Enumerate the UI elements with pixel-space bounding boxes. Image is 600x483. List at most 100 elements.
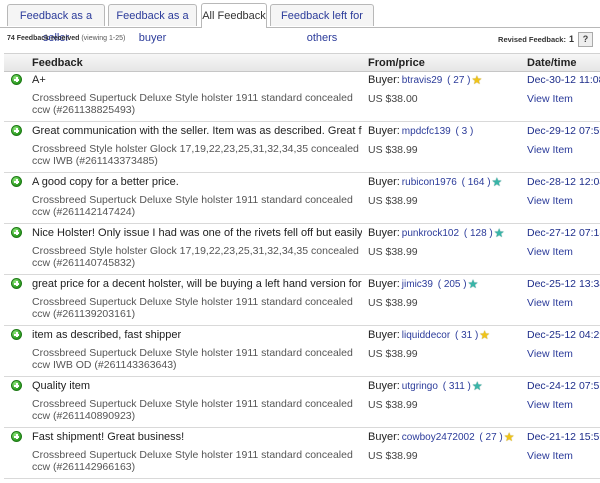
buyer-info: Buyer: btravis29 ( 27 )★: [368, 74, 528, 86]
help-icon[interactable]: ?: [578, 32, 593, 47]
item-title: Crossbreed Supertuck Deluxe Style holste…: [32, 449, 353, 473]
item-price: US $38.00: [368, 93, 418, 105]
table-row: Nice Holster! Only issue I had was one o…: [4, 224, 600, 275]
score-value: 128: [469, 228, 487, 239]
table-row: Fast shipment! Great business! Crossbree…: [4, 428, 600, 479]
feedback-comment: item as described, fast shipper: [32, 329, 182, 341]
feedback-date: Dec-30-12 11:08: [527, 74, 600, 86]
role-label: Buyer:: [368, 431, 400, 443]
role-label: Buyer:: [368, 227, 400, 239]
view-item-link[interactable]: View Item: [527, 348, 573, 360]
buyer-username[interactable]: punkrock102: [402, 228, 459, 239]
revised-feedback-count[interactable]: 1: [569, 34, 574, 44]
positive-feedback-icon: [11, 125, 22, 136]
yellow-star-icon: ★: [503, 430, 515, 444]
buyer-username[interactable]: mpdcfc139: [402, 126, 451, 137]
revised-feedback: Revised Feedback: 1: [498, 34, 574, 44]
buyer-feedback-score[interactable]: ( 128 ): [461, 228, 493, 239]
buyer-username[interactable]: rubicon1976: [402, 177, 457, 188]
item-price: US $38.99: [368, 399, 418, 411]
buyer-feedback-score[interactable]: ( 27 ): [477, 432, 502, 443]
score-value: 205: [443, 279, 461, 290]
item-price: US $38.99: [368, 195, 418, 207]
revised-feedback-label: Revised Feedback:: [498, 35, 566, 44]
table-row: Quality item Crossbreed Supertuck Deluxe…: [4, 377, 600, 428]
view-item-link[interactable]: View Item: [527, 246, 573, 258]
table-row: Great communication with the seller. Ite…: [4, 122, 600, 173]
positive-feedback-icon: [11, 278, 22, 289]
yellow-star-icon: ★: [471, 73, 483, 87]
buyer-username[interactable]: cowboy2472002: [402, 432, 475, 443]
feedback-table-header: Feedback From/price Date/time: [4, 53, 600, 72]
item-title: Crossbreed Supertuck Deluxe Style holste…: [32, 347, 353, 371]
buyer-feedback-score[interactable]: ( 311 ): [440, 381, 471, 392]
yellow-star-icon: ★: [479, 328, 491, 342]
view-item-link[interactable]: View Item: [527, 93, 573, 105]
item-price: US $38.99: [368, 246, 418, 258]
role-label: Buyer:: [368, 380, 400, 392]
feedback-tabs: Feedback as a seller Feedback as a buyer…: [0, 0, 600, 44]
feedback-date: Dec-28-12 12:04: [527, 176, 600, 188]
score-value: 164: [467, 177, 485, 188]
tab-all-feedback[interactable]: All Feedback: [201, 3, 267, 28]
item-title: Crossbreed Supertuck Deluxe Style holste…: [32, 296, 353, 320]
view-item-link[interactable]: View Item: [527, 144, 573, 156]
item-title: Crossbreed Supertuck Deluxe Style holste…: [32, 398, 353, 422]
score-value: 3: [461, 126, 468, 137]
column-header-date-time[interactable]: Date/time: [527, 57, 577, 69]
positive-feedback-icon: [11, 329, 22, 340]
feedback-date: Dec-29-12 07:59: [527, 125, 600, 137]
feedback-comment: Quality item: [32, 380, 91, 392]
positive-feedback-icon: [11, 176, 22, 187]
buyer-feedback-score[interactable]: ( 205 ): [435, 279, 467, 290]
buyer-username[interactable]: liquiddecor: [402, 330, 450, 341]
teal-star-icon: ★: [471, 379, 483, 393]
buyer-username[interactable]: jimic39: [402, 279, 433, 290]
column-header-feedback[interactable]: Feedback: [32, 57, 83, 69]
positive-feedback-icon: [11, 74, 22, 85]
buyer-info: Buyer: rubicon1976 ( 164 )★: [368, 176, 528, 188]
item-title: Crossbreed Style holster Glock 17,19,22,…: [32, 143, 359, 167]
table-row: item as described, fast shipper Crossbre…: [4, 326, 600, 377]
feedback-comment: Fast shipment! Great business!: [32, 431, 185, 443]
viewing-range: (viewing 1-25): [81, 35, 126, 42]
score-value: 27: [485, 432, 497, 443]
buyer-info: Buyer: punkrock102 ( 128 )★: [368, 227, 528, 239]
tabs-divider: [0, 27, 600, 28]
buyer-info: Buyer: liquiddecor ( 31 )★: [368, 329, 528, 341]
buyer-feedback-score[interactable]: ( 31 ): [452, 330, 478, 341]
buyer-info: Buyer: cowboy2472002 ( 27 )★: [368, 431, 528, 443]
view-item-link[interactable]: View Item: [527, 195, 573, 207]
tab-feedback-as-buyer[interactable]: Feedback as a buyer: [108, 4, 197, 44]
view-item-link[interactable]: View Item: [527, 399, 573, 411]
role-label: Buyer:: [368, 278, 400, 290]
role-label: Buyer:: [368, 74, 400, 86]
feedback-comment: A+: [32, 74, 46, 86]
feedback-comment: Nice Holster! Only issue I had was one o…: [32, 227, 362, 239]
positive-feedback-icon: [11, 431, 22, 442]
tab-feedback-as-seller[interactable]: Feedback as a seller: [7, 4, 105, 44]
feedback-comment: Great communication with the seller. Ite…: [32, 125, 362, 137]
feedback-date: Dec-27-12 07:18: [527, 227, 600, 239]
feedback-date: Dec-25-12 04:29: [527, 329, 600, 341]
feedback-date: Dec-24-12 07:57: [527, 380, 600, 392]
buyer-feedback-score[interactable]: ( 164 ): [459, 177, 491, 188]
score-value: 27: [453, 75, 465, 86]
buyer-feedback-score[interactable]: ( 3 ): [453, 126, 473, 137]
item-title: Crossbreed Supertuck Deluxe Style holste…: [32, 92, 353, 116]
column-header-from-price[interactable]: From/price: [368, 57, 425, 69]
item-price: US $38.99: [368, 144, 418, 156]
tab-feedback-left-for-others[interactable]: Feedback left for others: [270, 4, 374, 44]
item-price: US $38.99: [368, 450, 418, 462]
feedback-date: Dec-21-12 15:59: [527, 431, 600, 443]
view-item-link[interactable]: View Item: [527, 450, 573, 462]
buyer-info: Buyer: utgringo ( 311 )★: [368, 380, 528, 392]
positive-feedback-icon: [11, 227, 22, 238]
score-value: 311: [448, 381, 465, 392]
buyer-username[interactable]: btravis29: [402, 75, 443, 86]
view-item-link[interactable]: View Item: [527, 297, 573, 309]
buyer-feedback-score[interactable]: ( 27 ): [444, 75, 470, 86]
buyer-username[interactable]: utgringo: [402, 381, 438, 392]
positive-feedback-icon: [11, 380, 22, 391]
teal-star-icon: ★: [467, 277, 479, 291]
